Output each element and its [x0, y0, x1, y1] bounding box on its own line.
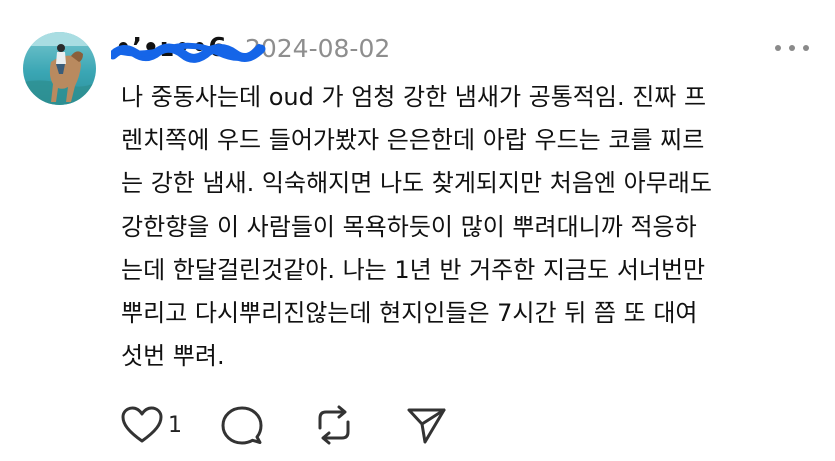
- repost-icon: [318, 405, 350, 445]
- more-options-icon-dot: [789, 45, 795, 51]
- avatar-image: [23, 32, 96, 105]
- post-body-line: 는 강한 냄새. 익숙해지면 나도 찾게되지만 처음엔 아무래도: [121, 169, 712, 198]
- post-card: •ʼ•ʟ••6 2024-08-02 나 중동사는데 oud 가 엄청 강한 냄…: [0, 0, 835, 461]
- like-button[interactable]: 1: [120, 405, 220, 445]
- reply-button[interactable]: [220, 404, 312, 446]
- more-options-button[interactable]: [775, 36, 809, 60]
- heart-icon: [121, 406, 163, 443]
- more-options-icon-dot: [803, 45, 809, 51]
- post-date: 2024-08-02: [244, 33, 391, 63]
- username-text[interactable]: •ʼ•ʟ••6: [115, 33, 227, 63]
- like-count: 1: [168, 412, 182, 438]
- more-options-icon: [775, 45, 781, 51]
- username[interactable]: •ʼ•ʟ••6: [111, 33, 266, 63]
- action-bar: 1: [120, 402, 464, 448]
- post-body-line: 렌치쪽에 우드 들어가봤자 은은한데 아랍 우드는 코를 찌르: [121, 126, 705, 155]
- post-body: 나 중동사는데 oud 가 엄청 강한 냄새가 공통적임. 진짜 프 렌치쪽에 …: [121, 76, 811, 378]
- post-header: •ʼ•ʟ••6 2024-08-02: [111, 28, 391, 68]
- repost-button[interactable]: [312, 404, 404, 446]
- post-body-line: 섯번 뿌려.: [121, 342, 225, 371]
- send-icon: [407, 408, 446, 444]
- post-body-line: 뿌리고 다시뿌리진않는데 현지인들은 7시간 뒤 쯤 또 대여: [121, 299, 698, 328]
- post-body-line: 나 중동사는데 oud 가 엄청 강한 냄새가 공통적임. 진짜 프: [121, 83, 707, 111]
- post-body-line: 는데 한달걸린것같아. 나는 1년 반 거주한 지금도 서너번만: [121, 255, 706, 284]
- post-body-line: 강한향을 이 사람들이 목욕하듯이 많이 뿌려대니까 적응하: [121, 212, 697, 241]
- comment-bubble-icon: [221, 406, 263, 445]
- share-button[interactable]: [404, 404, 464, 446]
- avatar[interactable]: [23, 32, 96, 105]
